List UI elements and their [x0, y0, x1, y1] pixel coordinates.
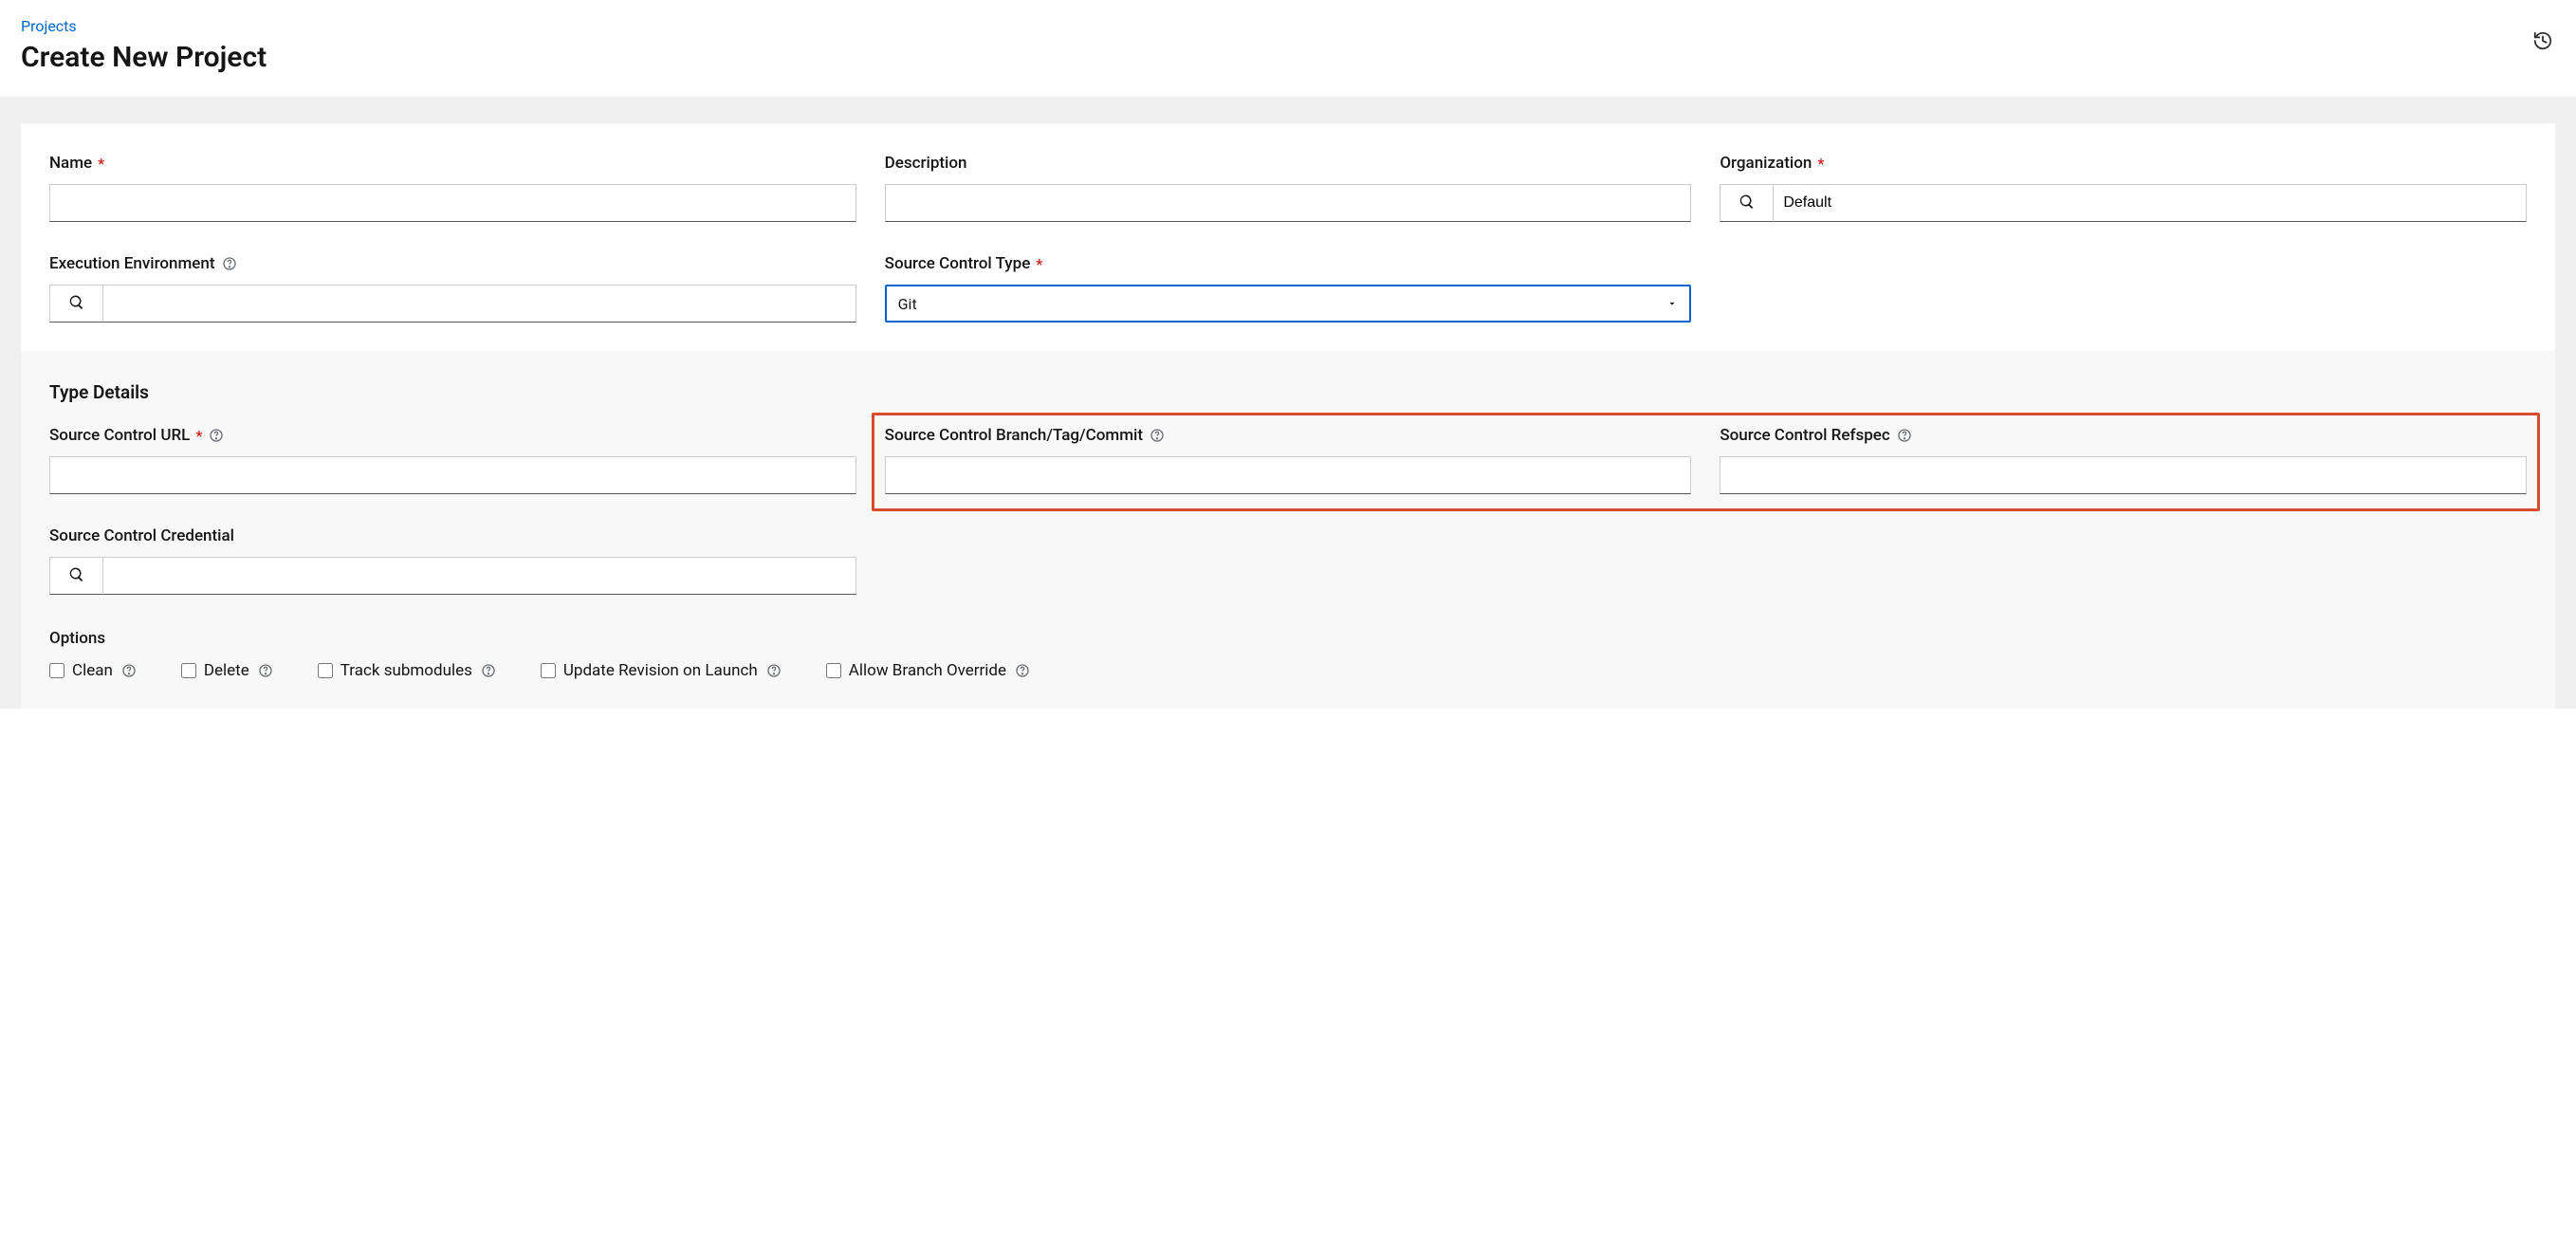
- delete-checkbox[interactable]: [181, 663, 196, 678]
- source-control-credential-input[interactable]: [102, 557, 856, 595]
- execution-environment-lookup-button[interactable]: [49, 285, 102, 323]
- field-source-control-refspec: Source Control Refspec: [1720, 426, 2527, 494]
- option-delete[interactable]: Delete: [181, 661, 274, 680]
- clean-label: Clean: [72, 661, 113, 680]
- source-control-type-label: Source Control Type: [885, 254, 1031, 273]
- organization-input[interactable]: [1773, 184, 2527, 222]
- field-name: Name *: [49, 154, 856, 222]
- clean-checkbox[interactable]: [49, 663, 64, 678]
- source-control-url-label: Source Control URL: [49, 426, 190, 445]
- help-icon[interactable]: [1149, 427, 1166, 444]
- field-source-control-type: Source Control Type * Git: [885, 254, 1692, 323]
- form-section-main: Name * Description Organization *: [21, 123, 2555, 351]
- delete-label: Delete: [204, 661, 249, 680]
- type-details-heading: Type Details: [49, 381, 2527, 403]
- option-track-submodules[interactable]: Track submodules: [318, 661, 497, 680]
- source-control-type-select[interactable]: Git: [885, 285, 1692, 323]
- field-execution-environment: Execution Environment: [49, 254, 856, 323]
- search-icon: [68, 566, 85, 586]
- search-icon: [1739, 194, 1756, 213]
- options-label: Options: [49, 629, 2527, 648]
- track-submodules-checkbox[interactable]: [318, 663, 333, 678]
- source-control-type-value: Git: [898, 295, 917, 313]
- source-control-url-input[interactable]: [49, 456, 856, 494]
- help-icon[interactable]: [1014, 662, 1031, 679]
- field-source-control-branch: Source Control Branch/Tag/Commit: [885, 426, 1692, 494]
- source-control-branch-input[interactable]: [885, 456, 1692, 494]
- help-icon[interactable]: [257, 662, 274, 679]
- source-control-branch-label: Source Control Branch/Tag/Commit: [885, 426, 1143, 445]
- field-description: Description: [885, 154, 1692, 222]
- organization-lookup-button[interactable]: [1720, 184, 1773, 222]
- required-indicator: *: [98, 155, 104, 173]
- organization-label: Organization: [1720, 154, 1812, 173]
- source-control-refspec-input[interactable]: [1720, 456, 2527, 494]
- help-icon[interactable]: [120, 662, 138, 679]
- search-icon: [68, 294, 85, 314]
- source-control-credential-label: Source Control Credential: [49, 526, 234, 545]
- execution-environment-input[interactable]: [102, 285, 856, 323]
- options-row: Clean Delete Track submodules: [49, 661, 2527, 680]
- name-label: Name: [49, 154, 92, 173]
- option-clean[interactable]: Clean: [49, 661, 138, 680]
- breadcrumb-projects-link[interactable]: Projects: [21, 17, 77, 35]
- help-icon[interactable]: [208, 427, 225, 444]
- track-submodules-label: Track submodules: [340, 661, 472, 680]
- help-icon[interactable]: [480, 662, 497, 679]
- history-icon[interactable]: [2532, 30, 2553, 55]
- help-icon[interactable]: [765, 662, 782, 679]
- required-indicator: *: [195, 427, 202, 445]
- execution-environment-label: Execution Environment: [49, 254, 215, 273]
- source-control-credential-lookup-button[interactable]: [49, 557, 102, 595]
- update-revision-checkbox[interactable]: [541, 663, 556, 678]
- source-control-refspec-label: Source Control Refspec: [1720, 426, 1889, 445]
- required-indicator: *: [1817, 155, 1824, 173]
- option-allow-branch-override[interactable]: Allow Branch Override: [826, 661, 1031, 680]
- description-input[interactable]: [885, 184, 1692, 222]
- field-source-control-credential: Source Control Credential: [49, 526, 856, 595]
- required-indicator: *: [1036, 255, 1042, 273]
- help-icon[interactable]: [1896, 427, 1913, 444]
- caret-down-icon: [1666, 295, 1678, 313]
- form-section-type-details: Type Details Source Control URL * Source…: [21, 351, 2555, 709]
- update-revision-label: Update Revision on Launch: [563, 661, 758, 680]
- allow-branch-override-label: Allow Branch Override: [849, 661, 1006, 680]
- field-organization: Organization *: [1720, 154, 2527, 222]
- option-update-revision[interactable]: Update Revision on Launch: [541, 661, 782, 680]
- description-label: Description: [885, 154, 967, 173]
- help-icon[interactable]: [221, 255, 238, 272]
- allow-branch-override-checkbox[interactable]: [826, 663, 841, 678]
- page-title: Create New Project: [21, 41, 2555, 74]
- field-source-control-url: Source Control URL *: [49, 426, 856, 494]
- name-input[interactable]: [49, 184, 856, 222]
